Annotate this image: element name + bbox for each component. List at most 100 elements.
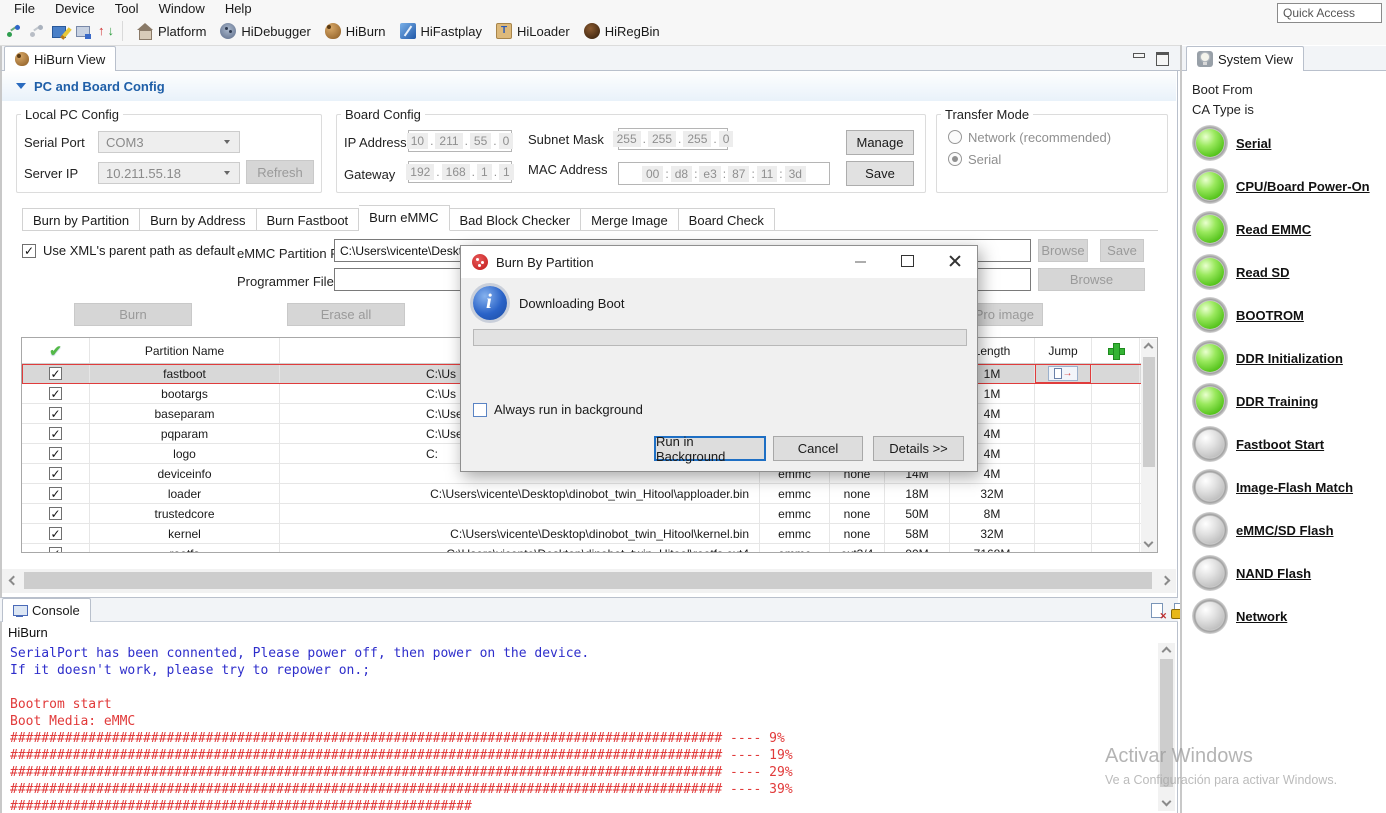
scrollbar-thumb[interactable]	[24, 572, 1152, 589]
connect-icon[interactable]	[6, 23, 23, 40]
tab-board-check[interactable]: Board Check	[679, 208, 775, 231]
pc-board-config-header[interactable]: PC and Board Config	[2, 71, 1176, 101]
tab-burn-fastboot[interactable]: Burn Fastboot	[257, 208, 360, 231]
browse-programmer-button[interactable]: Browse	[1038, 268, 1145, 291]
tab-burn-by-partition[interactable]: Burn by Partition	[22, 208, 140, 231]
menu-help[interactable]: Help	[215, 1, 262, 16]
step-network[interactable]: Network	[1236, 609, 1287, 624]
save-button[interactable]: Save	[846, 161, 914, 186]
step-ddr-training[interactable]: DDR Training	[1236, 394, 1318, 409]
manage-button[interactable]: Manage	[846, 130, 914, 155]
disconnect-icon[interactable]	[29, 23, 46, 40]
step-ddr-initialization[interactable]: DDR Initialization	[1236, 351, 1343, 366]
step-nand-flash[interactable]: NAND Flash	[1236, 566, 1311, 581]
tab-system-view[interactable]: System View	[1186, 46, 1304, 71]
row-checkbox[interactable]	[49, 447, 62, 460]
radio-serial[interactable]	[948, 152, 962, 166]
minimize-view-icon[interactable]	[1130, 49, 1148, 67]
serial-port-select[interactable]: COM3	[98, 131, 240, 153]
console-scrollbar[interactable]	[1158, 643, 1175, 811]
dialog-title-bar[interactable]: Burn By Partition	[461, 246, 977, 278]
refresh-button[interactable]: Refresh	[246, 160, 314, 184]
scroll-down-icon[interactable]	[1162, 797, 1172, 807]
remote-screen-icon[interactable]	[75, 23, 92, 40]
row-checkbox[interactable]	[49, 427, 62, 440]
menu-file[interactable]: File	[4, 1, 45, 16]
dialog-minimize-icon[interactable]	[853, 253, 869, 269]
table-row-kernel[interactable]: kernelC:\Users\vicente\Desktop\dinobot_t…	[22, 524, 1157, 544]
use-xml-checkbox-row[interactable]: Use XML's parent path as default	[22, 243, 235, 258]
menu-device[interactable]: Device	[45, 1, 105, 16]
row-checkbox[interactable]	[49, 467, 62, 480]
cancel-button[interactable]: Cancel	[773, 436, 863, 461]
server-ip-select[interactable]: 10.211.55.18	[98, 162, 240, 184]
jump-icon[interactable]	[1048, 366, 1078, 381]
tab-bad-block-checker[interactable]: Bad Block Checker	[450, 208, 582, 231]
gateway-field[interactable]: 192.168.1.1	[408, 161, 512, 183]
background-checkbox-row[interactable]: Always run in background	[473, 402, 643, 417]
check-all-header[interactable]: ✔	[22, 338, 90, 363]
details-button[interactable]: Details >>	[873, 436, 964, 461]
step-emmc-sd-flash[interactable]: eMMC/SD Flash	[1236, 523, 1334, 538]
row-checkbox[interactable]	[49, 387, 62, 400]
menu-tool[interactable]: Tool	[105, 1, 149, 16]
step-image-flash-match[interactable]: Image-Flash Match	[1236, 480, 1353, 495]
step-cpu-board-power-on[interactable]: CPU/Board Power-On	[1236, 179, 1370, 194]
erase-all-button[interactable]: Erase all	[287, 303, 405, 326]
step-fastboot-start[interactable]: Fastboot Start	[1236, 437, 1324, 452]
launcher-label: HiLoader	[517, 24, 570, 39]
table-row-loader[interactable]: loaderC:\Users\vicente\Desktop\dinobot_t…	[22, 484, 1157, 504]
row-checkbox[interactable]	[49, 367, 62, 380]
maximize-view-icon[interactable]	[1153, 49, 1171, 67]
table-scrollbar[interactable]	[1141, 339, 1157, 552]
table-row-trustedcore[interactable]: trustedcoreemmcnone50M8M	[22, 504, 1157, 524]
step-bootrom[interactable]: BOOTROM	[1236, 308, 1304, 323]
scrollbar-thumb[interactable]	[1143, 357, 1155, 467]
run-in-background-button[interactable]: Run in Background	[654, 436, 766, 461]
add-partition-header[interactable]	[1092, 338, 1140, 363]
row-checkbox[interactable]	[49, 407, 62, 420]
launcher-hiburn[interactable]: HiBurn	[318, 21, 393, 41]
subnet-mask-field[interactable]: 255.255.255.0	[618, 128, 728, 150]
quick-access-input[interactable]	[1277, 3, 1382, 23]
step-read-sd[interactable]: Read SD	[1236, 265, 1289, 280]
tab-burn-by-address[interactable]: Burn by Address	[140, 208, 256, 231]
ip-address-field[interactable]: 10.211.55.0	[408, 130, 512, 152]
scroll-left-icon[interactable]	[9, 576, 19, 586]
launcher-hidebugger[interactable]: HiDebugger	[213, 21, 317, 41]
launcher-hiloader[interactable]: HiLoader	[489, 21, 577, 41]
row-checkbox[interactable]	[49, 527, 62, 540]
save-partition-button[interactable]: Save	[1100, 239, 1144, 262]
scrollbar-thumb[interactable]	[1160, 659, 1173, 787]
browse-partition-button[interactable]: Browse	[1038, 239, 1088, 262]
dialog-maximize-icon[interactable]	[899, 253, 915, 269]
launcher-hiregbin[interactable]: HiRegBin	[577, 21, 667, 41]
row-checkbox[interactable]	[49, 487, 62, 500]
transfer-arrows-icon[interactable]	[98, 23, 115, 40]
tab-burn-emmc[interactable]: Burn eMMC	[359, 205, 449, 231]
clear-console-icon[interactable]	[1149, 602, 1167, 620]
use-xml-checkbox[interactable]	[22, 244, 36, 258]
tab-console[interactable]: Console	[2, 598, 91, 622]
mac-address-field[interactable]: 00:d8:e3:87:11:3d	[618, 162, 830, 185]
scroll-up-icon[interactable]	[1144, 343, 1154, 353]
horizontal-scrollbar[interactable]	[2, 569, 1176, 593]
scroll-up-icon[interactable]	[1162, 647, 1172, 657]
radio-network[interactable]	[948, 130, 962, 144]
table-row-rootfs[interactable]: rootfsC:\Users\vicente\Desktop\dinobot_t…	[22, 544, 1157, 553]
always-background-checkbox[interactable]	[473, 403, 487, 417]
burn-button[interactable]: Burn	[74, 303, 192, 326]
tab-hiburn-view[interactable]: HiBurn View	[4, 46, 116, 71]
tab-merge-image[interactable]: Merge Image	[581, 208, 679, 231]
step-read-emmc[interactable]: Read EMMC	[1236, 222, 1311, 237]
step-serial[interactable]: Serial	[1236, 136, 1271, 151]
scroll-right-icon[interactable]	[1161, 576, 1171, 586]
launcher-platform[interactable]: Platform	[130, 21, 213, 41]
row-checkbox[interactable]	[49, 507, 62, 520]
menu-window[interactable]: Window	[149, 1, 215, 16]
scroll-down-icon[interactable]	[1144, 538, 1154, 548]
board-config-icon[interactable]	[52, 23, 69, 40]
dialog-close-icon[interactable]	[947, 253, 963, 269]
row-checkbox[interactable]	[49, 547, 62, 553]
launcher-hifastplay[interactable]: HiFastplay	[393, 21, 489, 41]
